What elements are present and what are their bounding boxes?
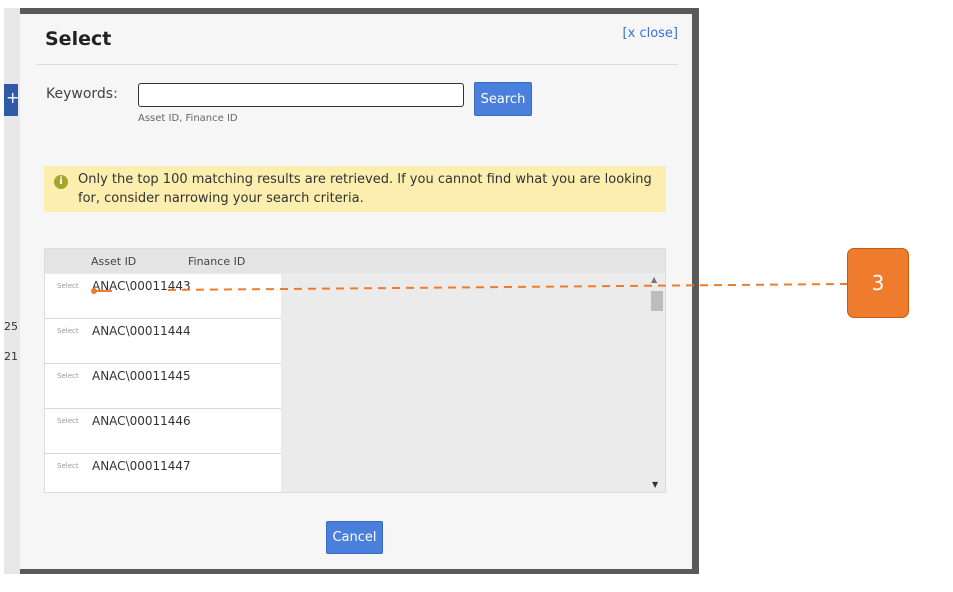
callout-dashed-line: [167, 283, 848, 291]
callout-badge: 3: [847, 248, 909, 318]
callout-connector: [91, 283, 848, 294]
